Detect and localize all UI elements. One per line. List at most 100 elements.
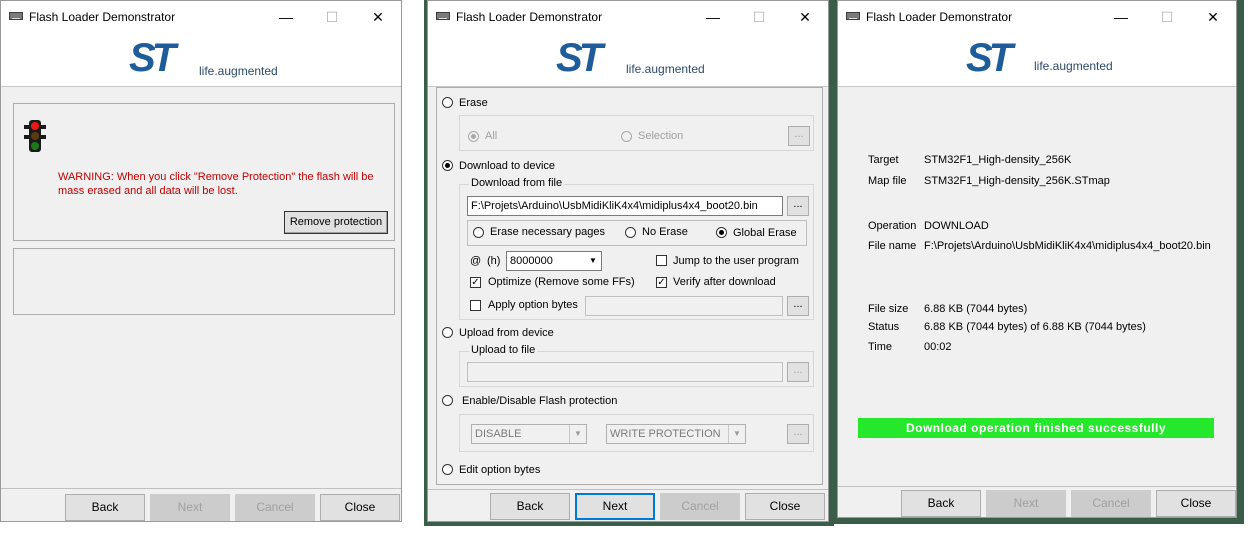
operation-value: DOWNLOAD — [924, 220, 989, 232]
back-button[interactable]: Back — [901, 490, 981, 517]
minimize-icon[interactable]: — — [263, 1, 309, 33]
erase-all-label: All — [485, 130, 498, 142]
back-button[interactable]: Back — [490, 493, 570, 520]
protection-type-combo: WRITE PROTECTION ▼ — [606, 424, 746, 444]
protection-label: Enable/Disable Flash protection — [462, 395, 618, 407]
warning-panel: WARNING: When you click "Remove Protecti… — [13, 103, 395, 241]
erase-selection-radio — [621, 131, 632, 142]
option-bytes-field — [585, 296, 783, 316]
minimize-icon[interactable]: — — [1098, 1, 1144, 33]
download-radio[interactable] — [442, 160, 453, 171]
filesize-value: 6.88 KB (7044 bytes) — [924, 303, 1028, 315]
footer-divider — [428, 489, 828, 490]
verify-checkbox[interactable]: ✓ — [656, 277, 667, 288]
logo-band: ST life.augmented — [428, 33, 828, 87]
edit-option-radio[interactable] — [442, 464, 453, 475]
log-panel — [13, 248, 395, 315]
global-erase-radio[interactable] — [716, 227, 727, 238]
warning-text: WARNING: When you click "Remove Protecti… — [58, 171, 374, 197]
no-erase-radio[interactable] — [625, 227, 636, 238]
address-combo[interactable]: 8000000 ▼ — [506, 251, 602, 271]
status-value: 6.88 KB (7044 bytes) of 6.88 KB (7044 by… — [924, 321, 1146, 333]
logo-tagline: life.augmented — [199, 64, 278, 78]
erase-necessary-radio[interactable] — [473, 227, 484, 238]
window-result: Flash Loader Demonstrator — ☐ ✕ ST life.… — [837, 0, 1237, 518]
download-file-path[interactable]: F:\Projets\Arduino\UsbMidiKliK4x4\midipl… — [467, 196, 783, 216]
apply-option-label: Apply option bytes — [488, 299, 578, 311]
minimize-icon[interactable]: — — [690, 1, 736, 33]
maximize-icon: ☐ — [752, 9, 766, 25]
next-button[interactable]: Next — [575, 493, 655, 520]
protection-mode-combo: DISABLE ▼ — [471, 424, 587, 444]
tagline-life: life — [1034, 59, 1050, 73]
logo-band: ST life.augmented — [838, 33, 1236, 87]
filename-value: F:\Projets\Arduino\UsbMidiKliK4x4\midipl… — [924, 240, 1211, 252]
success-message: Download operation finished successfully — [905, 421, 1167, 435]
address-value: 8000000 — [510, 255, 553, 267]
erase-selection-label: Selection — [638, 130, 684, 142]
logo-band: ST life.augmented — [1, 33, 401, 87]
jump-label: Jump to the user program — [673, 255, 799, 267]
address-at-label: @ — [470, 255, 482, 267]
erase-radio[interactable] — [442, 97, 453, 108]
window-title: Flash Loader Demonstrator — [29, 10, 176, 24]
erase-group — [459, 115, 814, 151]
logo-tagline: life.augmented — [626, 62, 705, 76]
close-button[interactable]: Close — [745, 493, 825, 520]
time-label: Time — [868, 341, 893, 353]
st-logo: ST — [556, 36, 603, 80]
close-icon[interactable]: ✕ — [355, 1, 401, 33]
app-icon — [9, 12, 23, 20]
maximize-icon: ☐ — [325, 9, 339, 25]
window-operation: Flash Loader Demonstrator — ☐ ✕ ST life.… — [427, 0, 829, 522]
apply-option-checkbox[interactable] — [470, 300, 481, 311]
success-progress-bar: Download operation finished successfully — [858, 418, 1214, 438]
st-logo: ST — [966, 36, 1013, 80]
close-button[interactable]: Close — [320, 494, 400, 521]
no-erase-label: No Erase — [642, 226, 688, 238]
option-bytes-browse-button[interactable]: ... — [787, 296, 809, 316]
protection-radio[interactable] — [442, 395, 453, 406]
next-button: Next — [150, 494, 230, 521]
chevron-down-icon[interactable]: ▼ — [585, 252, 601, 270]
window-remove-protection: Flash Loader Demonstrator — ☐ ✕ ST life.… — [0, 0, 402, 522]
app-icon — [436, 12, 450, 20]
status-label: Status — [868, 321, 900, 333]
close-icon[interactable]: ✕ — [1190, 1, 1236, 33]
jump-checkbox[interactable] — [656, 255, 667, 266]
download-group-label: Download from file — [469, 177, 565, 189]
target-label: Target — [868, 154, 899, 166]
filesize-label: File size — [868, 303, 909, 315]
edit-option-label: Edit option bytes — [459, 464, 541, 476]
maximize-icon: ☐ — [1160, 9, 1174, 25]
upload-browse-button: ... — [787, 362, 809, 382]
app-icon — [846, 12, 860, 20]
protection-browse-button: ... — [787, 424, 809, 444]
global-erase-label: Global Erase — [733, 227, 797, 239]
options-panel: Erase All Selection ... Download to devi… — [436, 87, 823, 485]
remove-protection-button[interactable]: Remove protection — [284, 211, 388, 234]
title-bar[interactable]: Flash Loader Demonstrator — ☐ ✕ — [428, 1, 828, 33]
close-icon[interactable]: ✕ — [782, 1, 828, 33]
erase-label: Erase — [459, 97, 488, 109]
title-bar[interactable]: Flash Loader Demonstrator — ☐ ✕ — [1, 1, 401, 33]
cancel-button: Cancel — [235, 494, 315, 521]
upload-radio[interactable] — [442, 327, 453, 338]
upload-file-path — [467, 362, 783, 382]
back-button[interactable]: Back — [65, 494, 145, 521]
verify-label: Verify after download — [673, 276, 776, 288]
footer-divider — [838, 486, 1236, 487]
traffic-light-icon — [24, 120, 46, 152]
cancel-button: Cancel — [660, 493, 740, 520]
download-browse-button[interactable]: ... — [787, 196, 809, 216]
optimize-checkbox[interactable]: ✓ — [470, 277, 481, 288]
close-button[interactable]: Close — [1156, 490, 1236, 517]
cancel-button: Cancel — [1071, 490, 1151, 517]
upload-label: Upload from device — [459, 327, 554, 339]
chevron-down-icon: ▼ — [569, 425, 586, 443]
tagline-augmented: .augmented — [214, 64, 278, 78]
window-title: Flash Loader Demonstrator — [866, 10, 1013, 24]
tagline-augmented: .augmented — [1049, 59, 1113, 73]
tagline-life: life — [199, 64, 215, 78]
title-bar[interactable]: Flash Loader Demonstrator — ☐ ✕ — [838, 1, 1236, 33]
